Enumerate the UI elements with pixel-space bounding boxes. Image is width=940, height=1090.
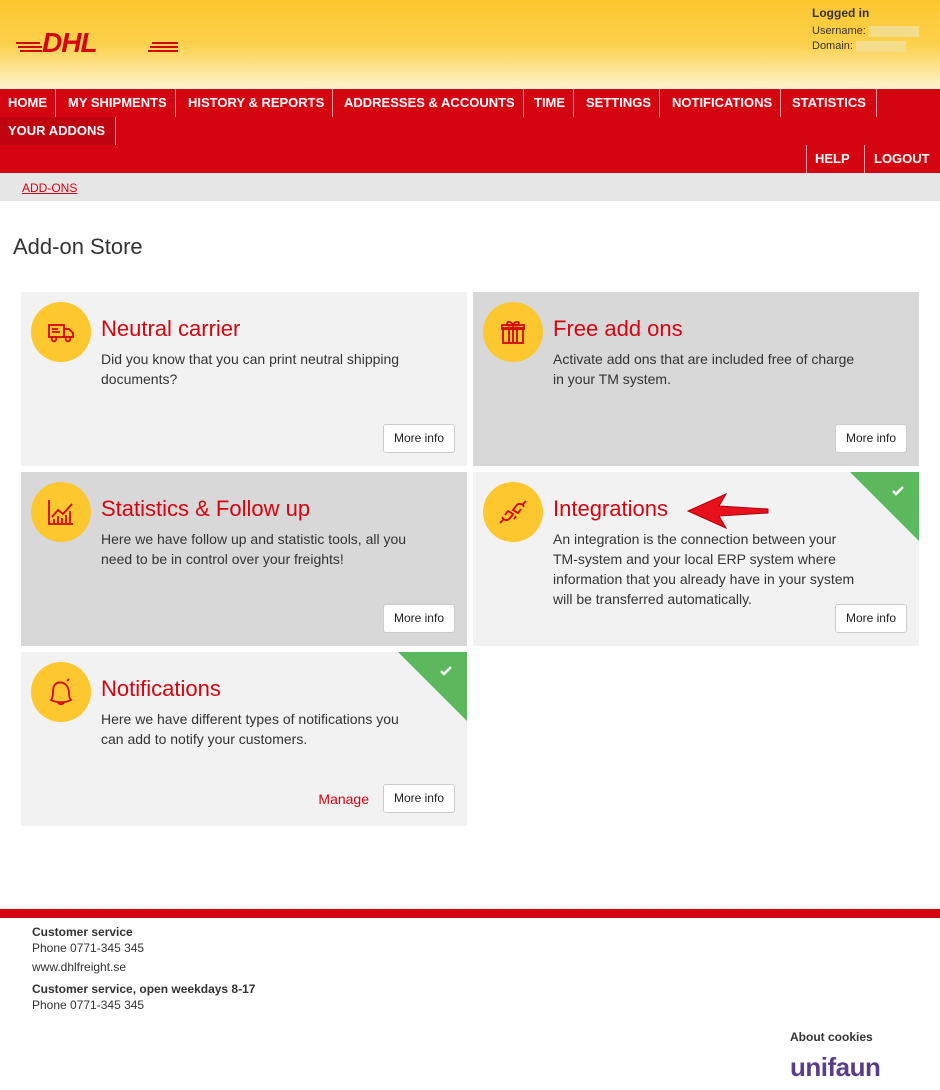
login-info: Logged in Username: Domain: [812,6,919,54]
card-title: Free add ons [553,316,683,341]
card-description: Here we have different types of notifica… [101,711,399,747]
cs-title: Customer service [32,925,133,939]
footer-bar [0,909,940,918]
nav-notifications[interactable]: NOTIFICATIONS [664,89,782,117]
about-cookies-link[interactable]: About cookies [790,1030,873,1044]
domain-mask [856,40,907,52]
nav-logout[interactable]: LOGOUT [866,145,938,173]
nav-history-reports[interactable]: HISTORY & REPORTS [180,89,334,117]
addon-card-notifications: Notifications Here we have different typ… [21,652,467,826]
card-title: Neutral carrier [101,316,241,341]
plug-icon [483,482,543,542]
card-title: Integrations [553,496,668,521]
cs-web[interactable]: www.dhlfreight.se [32,958,255,977]
page-title: Add-on Store [13,234,143,259]
nav-my-shipments[interactable]: MY SHIPMENTS [60,89,176,117]
svg-text:DHL: DHL [42,29,97,53]
check-icon [440,666,452,676]
dhl-logo[interactable]: DHL [16,29,178,53]
breadcrumb-add-ons[interactable]: ADD-ONS [22,181,77,195]
cs-phone: Phone 0771-345 345 [32,941,145,955]
more-info-button[interactable]: More info [834,604,907,633]
cs2-phone: Phone 0771-345 345 [32,998,145,1012]
main-nav: HOME MY SHIPMENTS HISTORY & REPORTS ADDR… [0,89,940,173]
nav-addresses-accounts[interactable]: ADDRESSES & ACCOUNTS [336,89,524,117]
card-description: Here we have follow up and statistic too… [101,531,407,567]
check-icon [892,486,904,496]
more-info-button[interactable]: More info [834,424,907,453]
more-info-button[interactable]: More info [382,784,455,813]
cs2-title: Customer service, open weekdays 8-17 [32,982,256,996]
addon-card-neutral-carrier: Neutral carrier Did you know that you ca… [21,292,467,466]
breadcrumb: ADD-ONS [0,173,940,201]
more-info-button[interactable]: More info [382,424,455,453]
footer-contact: Customer service Phone 0771-345 345 www.… [32,925,255,1015]
nav-help[interactable]: HELP [806,145,865,173]
addon-card-statistics: Statistics & Follow up Here we have foll… [21,472,467,646]
username-mask [868,25,919,37]
header: DHL Logged in Username: Domain: [0,0,940,89]
bell-icon [31,662,91,722]
arrow-annotation-icon [686,492,769,530]
card-description: An integration is the connection between… [553,531,855,607]
unifaun-logo: unifaun [790,1052,881,1082]
nav-time[interactable]: TIME [526,89,575,117]
gift-icon [483,302,543,362]
login-title: Logged in [812,6,870,20]
chart-icon [31,482,91,542]
username-label: Username: [812,25,866,37]
addon-card-free-add-ons: Free add ons Activate add ons that are i… [473,292,919,466]
card-title: Statistics & Follow up [101,496,311,521]
domain-label: Domain: [812,40,853,52]
card-title: Notifications [101,676,221,701]
more-info-button[interactable]: More info [382,604,455,633]
nav-home[interactable]: HOME [0,89,56,117]
nav-your-addons[interactable]: YOUR ADDONS [0,117,116,145]
nav-statistics[interactable]: STATISTICS [784,89,877,117]
truck-icon [31,302,91,362]
nav-settings[interactable]: SETTINGS [578,89,661,117]
card-description: Activate add ons that are included free … [553,351,855,387]
manage-link[interactable]: Manage [318,791,369,807]
card-description: Did you know that you can print neutral … [101,351,400,387]
